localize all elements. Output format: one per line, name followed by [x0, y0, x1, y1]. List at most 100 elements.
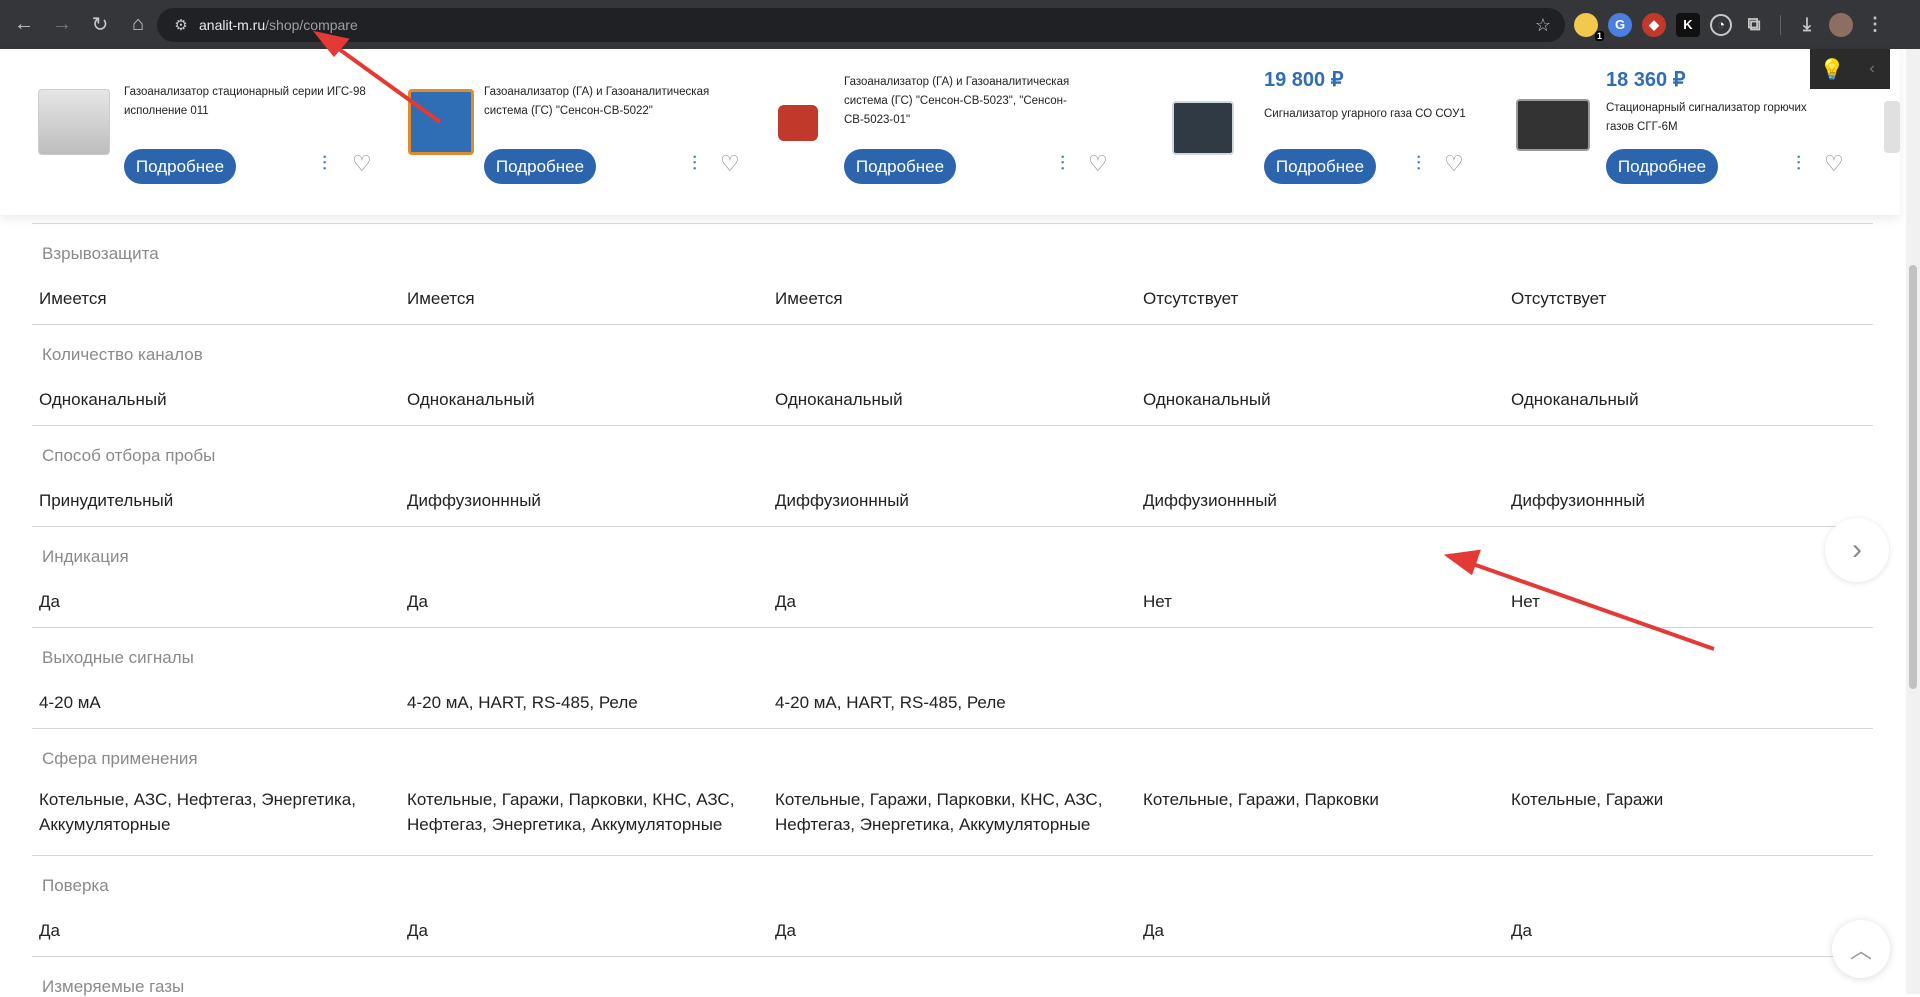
spec-value-cell: Диффузионнный — [1511, 491, 1645, 510]
product-price: 19 800 ₽ — [1264, 69, 1344, 91]
product-price: 18 360 ₽ — [1606, 69, 1686, 91]
product-card: Газоанализатор (ГА) и Газоаналитическая … — [400, 49, 770, 215]
spec-values-row: Имеется Имеется Имеется Отсутствует Отсутств… — [39, 286, 1879, 311]
spec-value-cell: Одноканальный — [39, 390, 167, 409]
comparison-table: Взрывозащита Имеется Имеется Имеется Отсутст… — [32, 223, 1873, 997]
compare-sliders-icon[interactable]: ⫶ — [692, 153, 697, 176]
spec-value-cell: Котельные, Гаражи — [1511, 790, 1664, 809]
details-button[interactable]: Подробнее — [1264, 149, 1376, 184]
spec-name: Сфера применения — [42, 749, 198, 768]
browser-toolbar: ← → ↻ ⌂ ⚙ analit-m.ru/shop/compare ☆ 1 G… — [0, 0, 1920, 49]
reload-icon[interactable]: ↻ — [82, 7, 118, 43]
extension-k-icon[interactable]: K — [1676, 12, 1700, 37]
spec-value-cell: Да — [1143, 921, 1164, 940]
address-bar[interactable]: ⚙ analit-m.ru/shop/compare ☆ — [157, 8, 1565, 42]
spec-value-cell: Да — [39, 592, 60, 611]
spec-value-cell: Котельные, Гаражи, Парковки, КНС, АЗС, Н… — [775, 790, 1103, 834]
url-text[interactable]: analit-m.ru/shop/compare — [199, 17, 358, 33]
url-host: analit-m.ru — [199, 17, 266, 33]
spec-name: Взрывозащита — [42, 244, 159, 263]
spec-values-row: Да Да Да Нет Нет — [39, 589, 1879, 614]
spec-value-cell: Имеется — [775, 289, 843, 308]
spec-value-cell: Имеется — [39, 289, 107, 308]
product-image[interactable] — [778, 105, 818, 141]
favorite-heart-icon[interactable]: ♡ — [352, 151, 372, 177]
spec-row-group: Количество каналов Одноканальный Одноканал… — [32, 325, 1873, 426]
spec-value-cell: Котельные, АЗС, Нефтегаз, Энергетика, Ак… — [39, 790, 356, 834]
compare-sliders-icon[interactable]: ⫶ — [1416, 153, 1421, 176]
scroll-to-top-button[interactable]: ︿ — [1832, 920, 1890, 978]
back-icon[interactable]: ← — [6, 7, 42, 43]
extension-user-icon[interactable]: 1 — [1574, 12, 1604, 41]
product-title[interactable]: Газоанализатор стационарный серии ИГС-98… — [124, 83, 384, 121]
scrollbar-thumb[interactable] — [1909, 265, 1917, 689]
product-title[interactable]: Газоанализатор (ГА) и Газоаналитическая … — [484, 83, 724, 121]
translate-extension-icon[interactable]: G — [1608, 12, 1632, 37]
spec-name: Количество каналов — [42, 345, 203, 364]
compare-sliders-icon[interactable]: ⫶ — [1796, 153, 1801, 176]
favorite-heart-icon[interactable]: ♡ — [1824, 151, 1844, 177]
product-card: 19 800 ₽ Сигнализатор угарного газа СО С… — [1160, 49, 1500, 215]
spec-value-cell: Одноканальный — [1511, 390, 1639, 409]
compare-products-strip: Газоанализатор стационарный серии ИГС-98… — [0, 49, 1900, 215]
spec-value-cell: Отсутствует — [1143, 289, 1239, 308]
extensions-puzzle-icon[interactable]: ⧉ — [1742, 13, 1766, 37]
product-image[interactable] — [408, 89, 474, 155]
profile-avatar[interactable] — [1829, 12, 1853, 37]
product-card: Газоанализатор стационарный серии ИГС-98… — [0, 49, 380, 215]
spec-values-row: Да Да Да Да Да — [39, 918, 1879, 943]
favorite-heart-icon[interactable]: ♡ — [720, 151, 740, 177]
product-title[interactable]: Сигнализатор угарного газа СО СОУ1 — [1264, 105, 1494, 124]
spec-value-cell: Одноканальный — [1143, 390, 1271, 409]
spec-value-cell: Нет — [1511, 592, 1540, 611]
site-settings-icon[interactable]: ⚙ — [167, 16, 195, 34]
home-icon[interactable]: ⌂ — [120, 7, 156, 43]
extension-gauge-icon[interactable]: ◔ — [1710, 13, 1732, 36]
spec-values-row: 4-20 мА 4-20 мА, HART, RS-485, Реле 4-20 м… — [39, 690, 1879, 715]
compare-sliders-icon[interactable]: ⫶ — [322, 153, 327, 176]
details-button[interactable]: Подробнее — [1606, 149, 1718, 184]
hint-widget[interactable]: 💡 ‹ — [1810, 49, 1890, 89]
forward-icon[interactable]: → — [44, 7, 80, 43]
spec-value-cell: Диффузионнный — [1143, 491, 1277, 510]
extensions-area: 1 G ◆ K ◔ ⧉ ⤓ ⋮ — [1574, 0, 1887, 49]
spec-name: Индикация — [42, 547, 129, 566]
favorite-heart-icon[interactable]: ♡ — [1088, 151, 1108, 177]
spec-value-cell: Принудительный — [39, 491, 174, 510]
spec-row-group: Измеряемые газы — [32, 957, 1873, 997]
spec-value-cell: Да — [1511, 921, 1532, 940]
spec-value-cell: Одноканальный — [407, 390, 535, 409]
details-button[interactable]: Подробнее — [124, 149, 236, 184]
browser-menu-icon[interactable]: ⋮ — [1863, 13, 1887, 37]
lightbulb-icon[interactable]: 💡 — [1810, 57, 1854, 82]
spec-value-cell: Отсутствует — [1511, 289, 1607, 308]
compare-sliders-icon[interactable]: ⫶ — [1060, 153, 1065, 176]
chevron-left-icon[interactable]: ‹ — [1854, 60, 1890, 78]
next-arrow-button[interactable]: › — [1825, 518, 1889, 582]
spec-value-cell: Да — [775, 921, 796, 940]
spec-values-row: Котельные, АЗС, Нефтегаз, Энергетика, Ак… — [39, 787, 1879, 837]
product-image[interactable] — [38, 89, 110, 155]
spec-value-cell: Диффузионнный — [407, 491, 541, 510]
favorite-heart-icon[interactable]: ♡ — [1444, 151, 1464, 177]
spec-value-cell — [1143, 690, 1511, 715]
spec-value-cell: Да — [775, 592, 796, 611]
spec-value-cell: Котельные, Гаражи, Парковки — [1143, 790, 1379, 809]
product-title[interactable]: Газоанализатор (ГА) и Газоаналитическая … — [844, 73, 1114, 130]
product-image[interactable] — [1516, 99, 1590, 151]
spec-values-row: Принудительный Диффузионнный Диффузионнный… — [39, 488, 1879, 513]
download-icon[interactable]: ⤓ — [1795, 13, 1819, 37]
product-card: Газоанализатор (ГА) и Газоаналитическая … — [770, 49, 1150, 215]
details-button[interactable]: Подробнее — [484, 149, 596, 184]
product-image-partial[interactable] — [1884, 101, 1900, 153]
spec-value-cell: Да — [39, 921, 60, 940]
spec-name: Выходные сигналы — [42, 648, 194, 667]
spec-row-group: Взрывозащита Имеется Имеется Имеется Отсутст… — [32, 224, 1873, 325]
spec-row-group: Способ отбора пробы Принудительный Диффузи… — [32, 426, 1873, 527]
details-button[interactable]: Подробнее — [844, 149, 956, 184]
bookmark-star-icon[interactable]: ☆ — [1535, 15, 1551, 36]
product-title[interactable]: Стационарный сигнализатор горючих газов … — [1606, 99, 1826, 137]
extension-fox-icon[interactable]: ◆ — [1642, 12, 1666, 37]
page-scrollbar[interactable] — [1906, 49, 1920, 994]
product-image[interactable] — [1172, 101, 1234, 155]
